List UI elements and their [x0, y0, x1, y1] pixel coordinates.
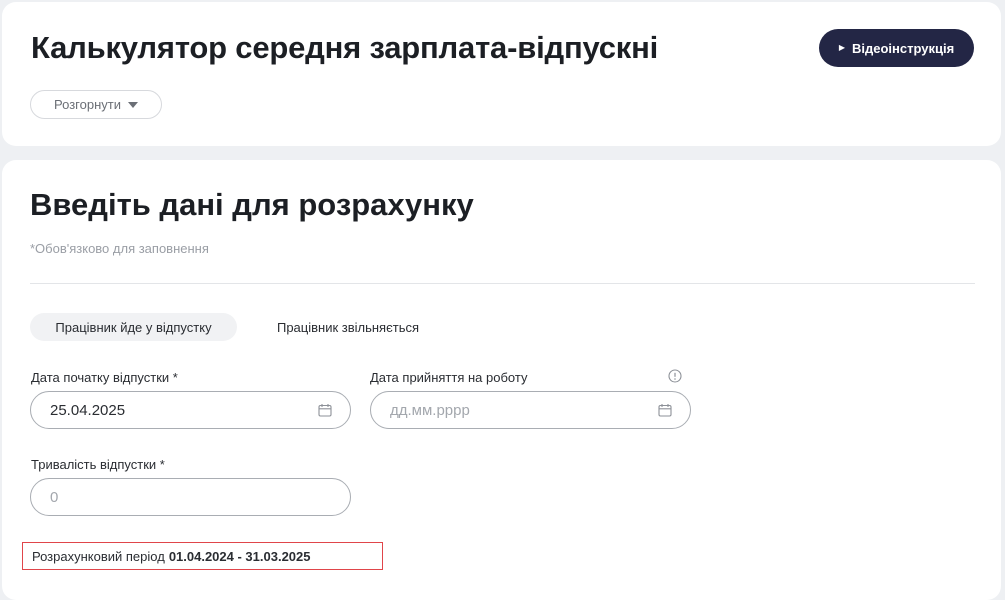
period-value: 01.04.2024 - 31.03.2025 — [168, 548, 311, 564]
calculation-period: Розрахунковий період 01.04.2024 - 31.03.… — [22, 542, 383, 570]
header-card: Калькулятор середня зарплата-відпускні ▶… — [2, 2, 1001, 146]
play-icon: ▶ — [838, 43, 845, 52]
expand-button[interactable]: Розгорнути — [30, 90, 162, 119]
video-instruction-button[interactable]: ▶ Відеоінструкція — [819, 29, 974, 67]
expand-label: Розгорнути — [54, 97, 121, 112]
hire-date-input[interactable]: дд.мм.рррр — [370, 391, 691, 429]
duration-input[interactable]: 0 — [30, 478, 351, 516]
duration-label: Тривалість відпустки * — [31, 457, 165, 472]
vacation-start-label: Дата початку відпустки * — [31, 370, 178, 385]
caret-down-icon — [127, 101, 138, 108]
tab-employee-dismissal[interactable]: Працівник звільняється — [262, 313, 434, 341]
period-label: Розрахунковий період — [32, 548, 165, 564]
tab-employee-vacation[interactable]: Працівник йде у відпустку — [30, 313, 237, 341]
divider — [30, 283, 975, 284]
page-title: Калькулятор середня зарплата-відпускні — [31, 30, 659, 65]
hire-date-label: Дата прийняття на роботу — [370, 370, 528, 385]
video-instruction-label: Відеоінструкція — [851, 40, 955, 56]
calendar-icon[interactable] — [318, 403, 332, 417]
form-title: Введіть дані для розрахунку — [30, 187, 474, 222]
required-note: *Обов'язково для заповнення — [30, 241, 209, 256]
vacation-start-input[interactable]: 25.04.2025 — [30, 391, 351, 429]
calendar-icon[interactable] — [658, 403, 672, 417]
vacation-start-value: 25.04.2025 — [50, 401, 126, 419]
info-icon[interactable] — [668, 369, 682, 383]
duration-placeholder: 0 — [50, 488, 59, 506]
form-card: Введіть дані для розрахунку *Обов'язково… — [2, 160, 1001, 600]
hire-date-placeholder: дд.мм.рррр — [390, 401, 470, 419]
